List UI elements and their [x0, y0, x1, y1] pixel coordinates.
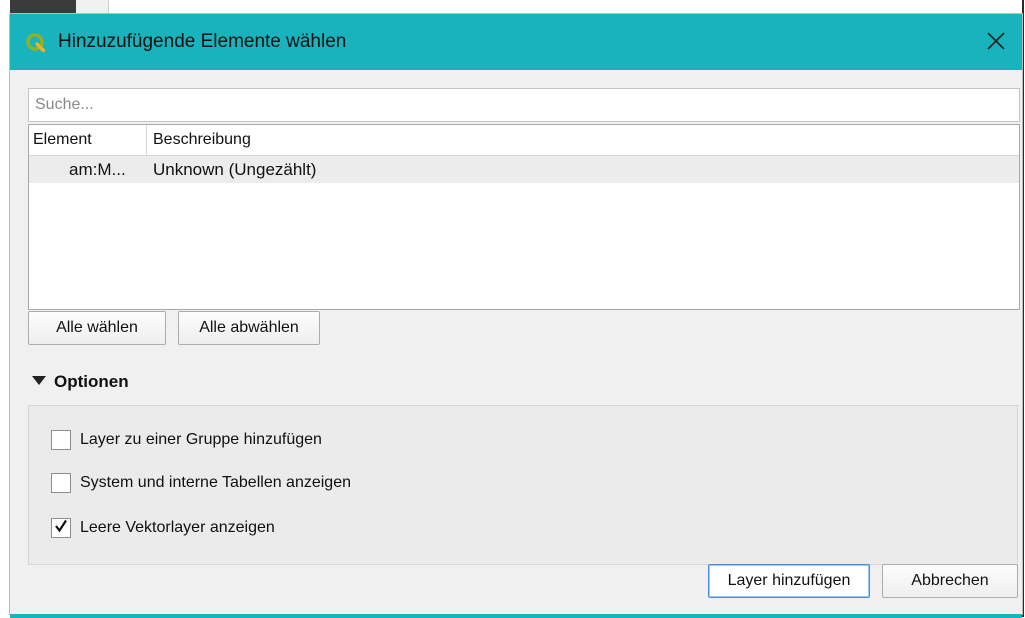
option-show-system-tables[interactable]: System und interne Tabellen anzeigen — [51, 470, 351, 496]
option-show-empty-vector-layers-label: Leere Vektorlayer anzeigen — [80, 519, 275, 536]
triangle-down-icon — [32, 373, 46, 391]
dialog-bottom-border — [10, 614, 1022, 618]
checkbox-show-system-tables[interactable] — [51, 473, 71, 493]
table-row[interactable]: am:M... Unknown (Ungezählt) — [29, 156, 1019, 183]
column-header-element[interactable]: Element — [29, 125, 147, 155]
search-input[interactable] — [28, 88, 1020, 122]
select-all-button[interactable]: Alle wählen — [28, 311, 166, 345]
add-layer-button[interactable]: Layer hinzufügen — [708, 564, 870, 598]
close-button[interactable] — [978, 26, 1014, 60]
background-window-strip-light — [76, 0, 109, 14]
qgis-logo-icon — [26, 33, 46, 53]
add-items-dialog: Hinzuzufügende Elemente wählen Element B… — [10, 14, 1022, 618]
close-icon — [987, 31, 1005, 55]
checkmark-icon — [54, 519, 68, 538]
background-window-strip — [10, 0, 76, 14]
option-add-to-group[interactable]: Layer zu einer Gruppe hinzufügen — [51, 427, 322, 453]
cancel-button[interactable]: Abbrechen — [882, 564, 1018, 598]
option-show-empty-vector-layers[interactable]: Leere Vektorlayer anzeigen — [51, 515, 275, 541]
options-label: Optionen — [54, 372, 129, 391]
checkbox-add-to-group[interactable] — [51, 430, 71, 450]
elements-table: Element Beschreibung am:M... Unknown (Un… — [28, 124, 1020, 310]
checkbox-show-empty-vector-layers[interactable] — [51, 518, 71, 538]
options-panel: Layer zu einer Gruppe hinzufügen System … — [28, 405, 1018, 565]
option-show-system-tables-label: System und interne Tabellen anzeigen — [80, 474, 351, 491]
deselect-all-button[interactable]: Alle abwählen — [178, 311, 320, 345]
dialog-titlebar: Hinzuzufügende Elemente wählen — [10, 14, 1022, 70]
cell-description: Unknown (Ungezählt) — [153, 160, 317, 179]
option-add-to-group-label: Layer zu einer Gruppe hinzufügen — [80, 431, 322, 448]
options-collapsible-header[interactable]: Optionen — [32, 370, 129, 394]
cell-element: am:M... — [69, 160, 126, 179]
background-window-edge — [1022, 0, 1024, 617]
table-header: Element Beschreibung — [29, 125, 1019, 156]
column-header-description[interactable]: Beschreibung — [147, 125, 1019, 155]
dialog-title: Hinzuzufügende Elemente wählen — [58, 31, 347, 52]
